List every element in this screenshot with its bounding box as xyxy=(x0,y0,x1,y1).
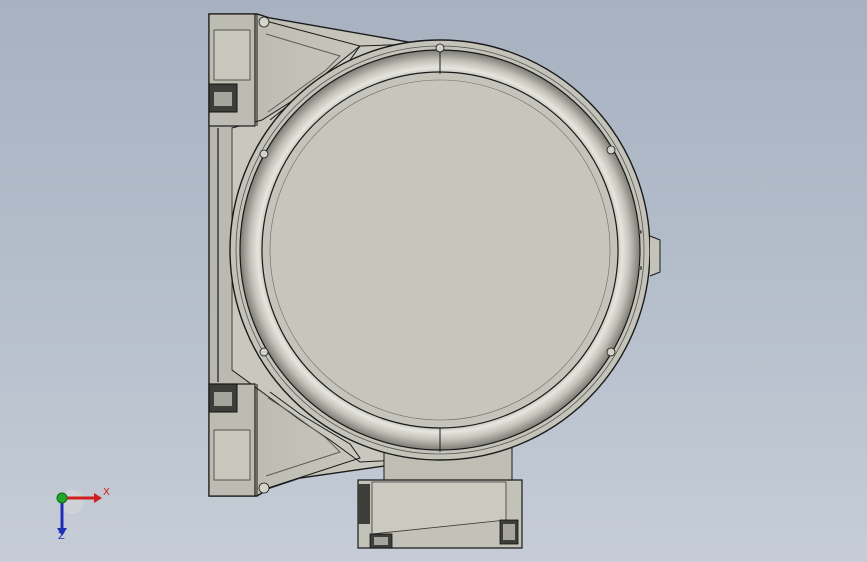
motor-end-cap xyxy=(229,39,661,461)
graphics-viewport[interactable]: X Z xyxy=(0,0,867,562)
motor-housing-model[interactable] xyxy=(0,0,867,562)
triad-x-label: X xyxy=(103,487,110,498)
triad-z-label: Z xyxy=(58,531,65,542)
triad-axes-icon xyxy=(56,490,102,536)
orientation-triad[interactable]: X Z xyxy=(44,480,124,546)
